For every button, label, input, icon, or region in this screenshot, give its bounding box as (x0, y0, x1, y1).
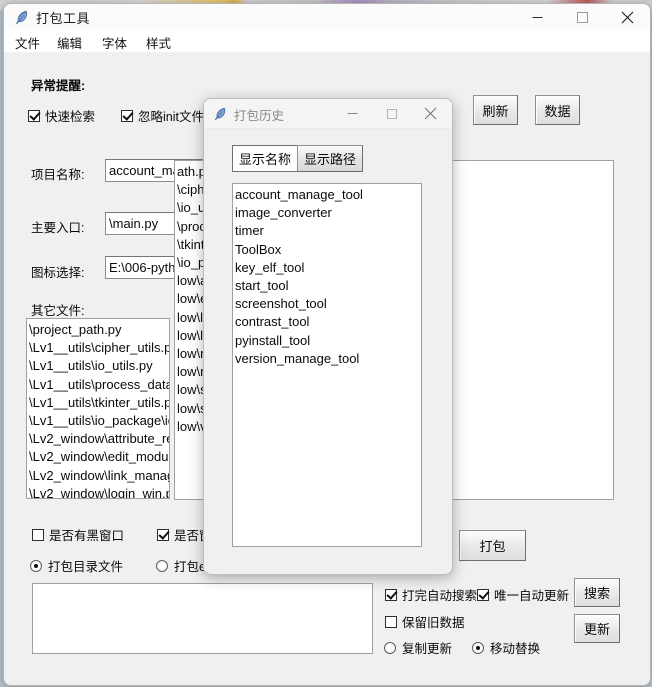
maximize-icon[interactable] (372, 99, 412, 128)
list-item[interactable]: \Lv1__utils\io_utils.py (29, 357, 169, 375)
menu-item-file[interactable]: 文件 (12, 32, 43, 53)
list-item[interactable]: key_elf_tool (235, 259, 421, 277)
radio-pack-exe-dot (156, 559, 168, 572)
list-item[interactable]: contrast_tool (235, 313, 421, 331)
checkbox-quick-search-box (28, 109, 40, 122)
checkbox-black-window-label: 是否有黑窗口 (49, 529, 125, 543)
data-button[interactable]: 数据 (535, 95, 580, 125)
checkbox-auto-search-after-pack[interactable]: 打完自动搜索 (385, 585, 477, 604)
main-window-title: 打包工具 (36, 11, 91, 26)
checkbox-keep-old-data-label: 保留旧数据 (402, 616, 465, 630)
list-item[interactable]: \project_path.py (29, 321, 169, 339)
list-item[interactable]: \Lv1__utils\process_data.py (29, 376, 169, 394)
list-item[interactable]: timer (235, 222, 421, 240)
other-files-label: 其它文件: (31, 304, 85, 318)
list-item[interactable]: \Lv2_window\attribute_reference.py (29, 430, 169, 448)
checkbox-quick-search-label: 快速检索 (45, 110, 96, 124)
main-titlebar[interactable]: 打包工具 (4, 4, 650, 31)
checkbox-auto-search-after-pack-box (385, 588, 397, 601)
list-item[interactable]: account_manage_tool (235, 186, 421, 204)
list-item[interactable]: \Lv2_window\link_manage_win.py (29, 467, 169, 485)
close-icon[interactable] (605, 4, 650, 30)
list-item[interactable]: start_tool (235, 277, 421, 295)
radio-move-replace[interactable]: 移动替换 (472, 638, 540, 657)
checkbox-ignore-init-label: 忽略init文件 (138, 110, 204, 124)
radio-pack-directory-label: 打包目录文件 (48, 560, 124, 574)
minimize-icon[interactable] (515, 4, 560, 30)
tab-show-name[interactable]: 显示名称 (232, 145, 298, 172)
list-item[interactable]: screenshot_tool (235, 295, 421, 313)
list-item[interactable]: image_converter (235, 204, 421, 222)
checkbox-auto-search-after-pack-label: 打完自动搜索 (402, 589, 478, 603)
list-item[interactable]: ToolBox (235, 241, 421, 259)
radio-copy-update-dot (384, 641, 396, 654)
other-files-list-left[interactable]: \project_path.py \Lv1__utils\cipher_utils… (26, 318, 170, 499)
project-name-label: 项目名称: (31, 168, 85, 182)
checkbox-ignore-init-box (121, 109, 133, 122)
feather-icon (213, 106, 228, 121)
maximize-icon[interactable] (560, 4, 605, 30)
checkbox-keep-old-data-box (385, 615, 397, 628)
checkbox-ignore-init[interactable]: 忽略init文件 (121, 106, 204, 125)
radio-pack-directory[interactable]: 打包目录文件 (30, 556, 123, 575)
radio-move-replace-dot (472, 641, 484, 654)
radio-copy-update[interactable]: 复制更新 (384, 638, 452, 657)
list-item[interactable]: \Lv1__utils\tkinter_utils.py (29, 394, 169, 412)
package-history-list[interactable]: account_manage_tool image_converter timer T… (232, 183, 422, 547)
checkbox-black-window-box (32, 528, 44, 541)
tab-show-path[interactable]: 显示路径 (297, 145, 363, 172)
refresh-button[interactable]: 刷新 (473, 95, 518, 125)
search-button[interactable]: 搜索 (574, 578, 620, 607)
list-item[interactable]: \Lv2_window\edit_module_name_win.py (29, 448, 169, 466)
checkbox-keep-old-data[interactable]: 保留旧数据 (385, 612, 465, 631)
radio-copy-update-label: 复制更新 (402, 642, 453, 656)
checkbox-black-window[interactable]: 是否有黑窗口 (32, 525, 124, 544)
menu-item-edit[interactable]: 编辑 (54, 32, 85, 53)
dialog-titlebar[interactable]: 打包历史 (204, 99, 452, 129)
list-item[interactable]: \Lv1__utils\io_package\io_function.py (29, 412, 169, 430)
screen: 打包工具 文件 编辑 字体 样式 异常提醒: 快速检索 忽略init文件 刷新 … (0, 0, 652, 687)
menu-item-style[interactable]: 样式 (143, 32, 174, 53)
dialog-title: 打包历史 (234, 109, 285, 123)
radio-pack-directory-dot (30, 559, 42, 572)
icon-select-label: 图标选择: (31, 266, 85, 280)
checkbox-window-mode-box (157, 528, 169, 541)
checkbox-unique-auto-update-box (477, 588, 489, 601)
checkbox-unique-auto-update[interactable]: 唯一自动更新 (477, 585, 569, 604)
checkbox-quick-search[interactable]: 快速检索 (28, 106, 95, 125)
checkbox-unique-auto-update-label: 唯一自动更新 (494, 589, 570, 603)
radio-move-replace-label: 移动替换 (490, 642, 541, 656)
menu-item-font[interactable]: 字体 (99, 32, 130, 53)
feather-icon (14, 9, 30, 25)
list-item[interactable]: version_manage_tool (235, 350, 421, 368)
update-button[interactable]: 更新 (574, 614, 620, 643)
log-output-area[interactable] (32, 583, 373, 654)
list-item[interactable]: \Lv2_window\login_win.py (29, 485, 169, 498)
package-history-dialog: 打包历史 显示名称 显示路径 account_manage_tool image_… (203, 98, 453, 575)
main-entry-label: 主要入口: (31, 221, 85, 235)
menubar: 文件 编辑 字体 样式 (4, 30, 650, 53)
pack-button[interactable]: 打包 (459, 530, 526, 561)
list-item[interactable]: pyinstall_tool (235, 332, 421, 350)
list-item[interactable]: \Lv1__utils\cipher_utils.py (29, 339, 169, 357)
close-icon[interactable] (410, 99, 450, 128)
minimize-icon[interactable] (332, 99, 372, 128)
exception-section-label: 异常提醒: (31, 79, 86, 93)
